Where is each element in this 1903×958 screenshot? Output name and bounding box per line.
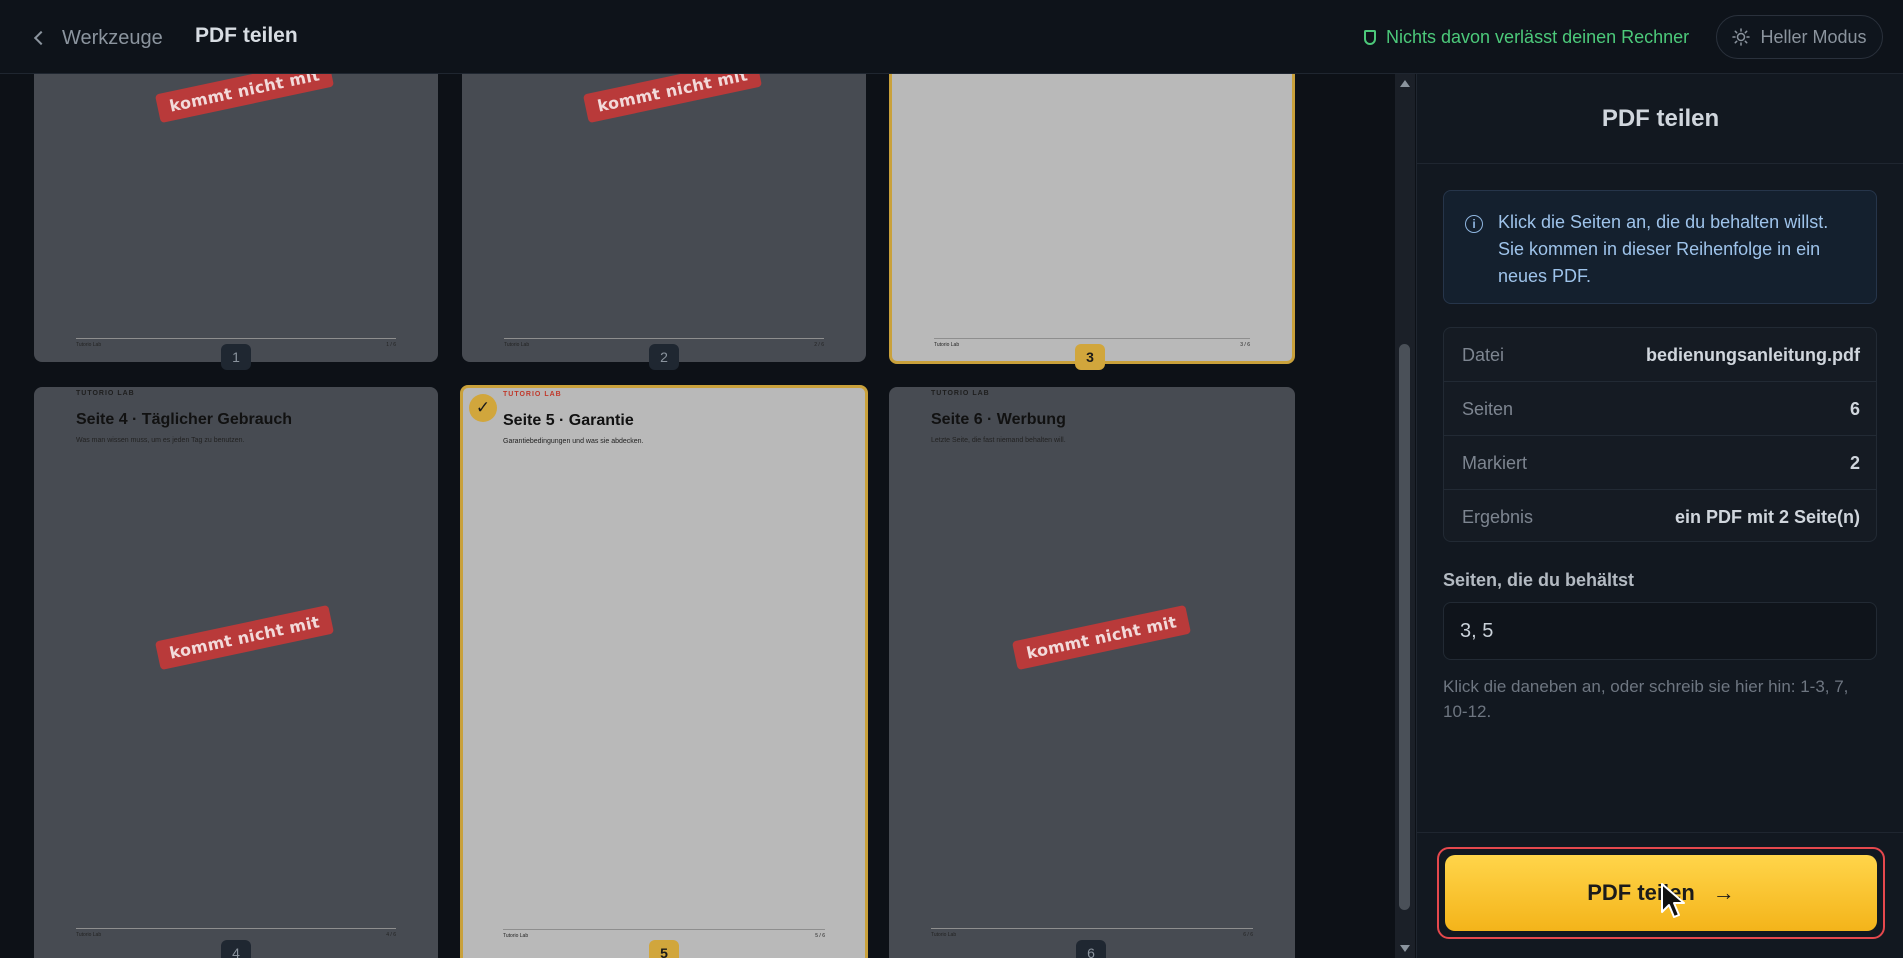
page-thumbnail-2[interactable]: kommt nicht mit Tutorio Lab 2 / 6 [462,74,866,362]
pages-field-label: Seiten, die du behältst [1443,570,1635,590]
summary-value: 2 [1849,453,1860,473]
footer-left: Tutorio Lab [503,933,529,939]
summary-key: Markiert [1462,453,1528,473]
page-number-badge-3: 3 [1075,344,1105,370]
summary-row-marked: Markiert 2 [1444,436,1876,490]
scroll-down-arrow-icon[interactable] [1400,945,1410,952]
page-heading: Seite 6 · Werbung [931,411,1066,428]
page-number-badge-1: 1 [221,344,251,370]
grid-scrollbar[interactable] [1395,74,1415,958]
page-thumbnail-4[interactable]: TUTORIO LAB Seite 4 · Täglicher Gebrauch… [34,387,438,958]
brand-label: TUTORIO LAB [76,390,135,397]
footer-right: 1 / 6 [386,342,396,348]
footer-rule [504,338,824,339]
footer-left: Tutorio Lab [76,342,102,348]
page-number-badge-6: 6 [1076,940,1106,958]
pages-hint: Klick die daneben an, oder schreib sie h… [1443,677,1849,721]
privacy-notice: Nichts davon verlässt deinen Rechner [1364,27,1689,48]
summary-row-file: Datei bedienungsanleitung.pdf [1444,328,1876,382]
summary-value: 6 [1849,399,1860,419]
footer-left: Tutorio Lab [504,342,530,348]
back-label: Werkzeuge [62,26,163,49]
scroll-up-arrow-icon[interactable] [1400,80,1410,87]
page-heading: Seite 5 · Garantie [503,412,634,429]
page-thumbnail-3[interactable]: Tutorio Lab 3 / 6 [889,74,1295,364]
footer-right: 6 / 6 [1243,932,1253,938]
split-panel: PDF teilen i Klick die Seiten an, die du… [1416,74,1903,958]
page-heading: Seite 4 · Täglicher Gebrauch [76,411,293,428]
summary-row-pages: Seiten 6 [1444,382,1876,436]
footer-left: Tutorio Lab [934,342,960,348]
summary-value: ein PDF mit 2 Seite(n) [1674,507,1860,527]
page-title: PDF teilen [195,24,298,47]
footer-rule [931,928,1253,929]
footer-rule [934,338,1250,339]
page-number-badge-4: 4 [221,940,251,958]
mouse-pointer-icon [1661,883,1685,918]
summary-key: Datei [1462,345,1505,365]
footer-rule [503,929,825,930]
shield-icon [1364,30,1376,45]
brand-label: TUTORIO LAB [503,391,562,398]
page-number-badge-5: 5 [649,940,679,958]
page-grid: kommt nicht mit Tutorio Lab 1 / 6 1 komm… [0,74,1395,958]
page-subheading: Garantiebedingungen und was sie abdecken… [503,438,644,445]
arrow-right-icon: → [1712,880,1735,905]
brand-label: TUTORIO LAB [931,390,990,397]
page-subheading: Letzte Seite, die fast niemand behalten … [931,437,1066,444]
page-thumbnail-5[interactable]: ✓ TUTORIO LAB Seite 5 · Garantie Garanti… [460,385,868,958]
panel-title: PDF teilen [1417,74,1903,164]
sun-icon [1732,28,1751,46]
info-box: i Klick die Seiten an, die du behalten w… [1443,190,1877,304]
file-summary: Datei bedienungsanleitung.pdf Seiten 6 M… [1443,327,1877,542]
scrollbar-thumb[interactable] [1399,344,1410,910]
info-icon: i [1465,215,1483,233]
exclusion-stamp: kommt nicht mit [582,74,763,124]
page-subheading: Was man wissen muss, um es jeden Tag zu … [76,437,245,444]
footer-left: Tutorio Lab [76,932,102,938]
summary-key: Seiten [1462,399,1514,419]
page-thumbnail-1[interactable]: kommt nicht mit Tutorio Lab 1 / 6 [34,74,438,362]
footer-right: 5 / 6 [815,933,825,939]
top-bar: Werkzeuge PDF teilen Nichts davon verläs… [0,0,1903,74]
summary-value: bedienungsanleitung.pdf [1646,345,1860,365]
info-text: Klick die Seiten an, die du behalten wil… [1498,212,1829,286]
page-thumbnail-6[interactable]: TUTORIO LAB Seite 6 · Werbung Letzte Sei… [889,387,1295,958]
pages-input[interactable] [1443,602,1877,660]
summary-key: Ergebnis [1462,507,1534,527]
summary-row-result: Ergebnis ein PDF mit 2 Seite(n) [1444,490,1876,541]
checkmark-icon: ✓ [469,394,497,422]
footer-rule [76,338,396,339]
footer-right: 2 / 6 [814,342,824,348]
footer-rule [76,928,396,929]
back-link[interactable]: Werkzeuge [33,24,163,52]
page-number-badge-2: 2 [649,344,679,370]
theme-toggle-button[interactable]: Heller Modus [1716,15,1883,59]
footer-right: 4 / 6 [386,932,396,938]
exclusion-stamp: kommt nicht mit [1011,604,1192,671]
exclusion-stamp: kommt nicht mit [154,74,335,124]
footer-left: Tutorio Lab [931,932,957,938]
footer-right: 3 / 6 [1240,342,1250,348]
privacy-text: Nichts davon verlässt deinen Rechner [1386,27,1690,47]
chevron-left-icon [33,30,49,46]
exclusion-stamp: kommt nicht mit [154,604,335,671]
theme-toggle-label: Heller Modus [1760,26,1867,47]
